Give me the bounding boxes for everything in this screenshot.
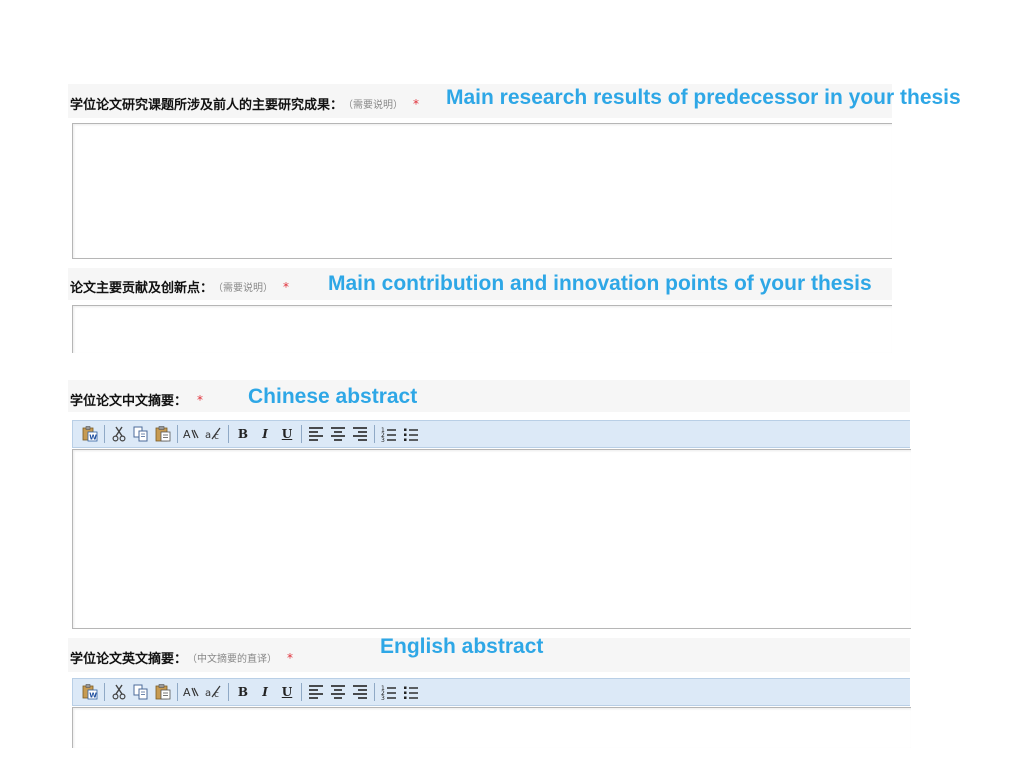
field-hint: （中文摘要的直译） [187, 654, 278, 665]
contribution-innovation-textarea[interactable] [72, 305, 892, 353]
english-abstract-annotation: English abstract [380, 635, 544, 658]
chinese-abstract-editor-toolbar: B I U [72, 420, 910, 448]
toolbar-separator [228, 425, 229, 443]
find-icon[interactable] [183, 425, 201, 443]
toolbar-separator [104, 425, 105, 443]
field-hint: （需要说明） [343, 100, 404, 111]
toolbar-separator [104, 683, 105, 701]
align-right-icon[interactable] [351, 425, 369, 443]
predecessor-results-textarea[interactable] [72, 123, 892, 259]
underline-button[interactable]: U [278, 425, 296, 443]
unordered-list-icon[interactable] [402, 683, 420, 701]
bold-button[interactable]: B [234, 683, 252, 701]
toolbar-separator [228, 683, 229, 701]
chinese-abstract-annotation: Chinese abstract [248, 385, 418, 408]
chinese-abstract-label: 学位论文中文摘要： * [70, 390, 204, 410]
required-asterisk: * [197, 392, 204, 407]
english-abstract-editor[interactable] [72, 707, 911, 748]
replace-icon[interactable] [205, 425, 223, 443]
find-icon[interactable] [183, 683, 201, 701]
bold-button[interactable]: B [234, 425, 252, 443]
field-label-text: 论文主要贡献及创新点： [70, 281, 214, 296]
english-abstract-label: 学位论文英文摘要： （中文摘要的直译） * [70, 648, 294, 668]
align-left-icon[interactable] [307, 683, 325, 701]
paste-word-icon[interactable] [81, 683, 99, 701]
copy-icon[interactable] [132, 683, 150, 701]
underline-button[interactable]: U [278, 683, 296, 701]
toolbar-separator [177, 425, 178, 443]
italic-button[interactable]: I [256, 425, 274, 443]
contribution-innovation-annotation: Main contribution and innovation points … [328, 272, 872, 295]
predecessor-results-annotation: Main research results of predecessor in … [446, 86, 961, 109]
required-asterisk: * [283, 279, 290, 294]
cut-icon[interactable] [110, 425, 128, 443]
contribution-innovation-label: 论文主要贡献及创新点： （需要说明） * [70, 277, 290, 297]
align-center-icon[interactable] [329, 425, 347, 443]
toolbar-separator [374, 683, 375, 701]
toolbar-separator [301, 683, 302, 701]
italic-button[interactable]: I [256, 683, 274, 701]
english-abstract-editor-toolbar: B I U [72, 678, 910, 706]
align-left-icon[interactable] [307, 425, 325, 443]
paste-icon[interactable] [154, 683, 172, 701]
align-center-icon[interactable] [329, 683, 347, 701]
required-asterisk: * [413, 96, 420, 111]
ordered-list-icon[interactable] [380, 683, 398, 701]
toolbar-separator [374, 425, 375, 443]
toolbar-separator [177, 683, 178, 701]
ordered-list-icon[interactable] [380, 425, 398, 443]
field-label-text: 学位论文研究课题所涉及前人的主要研究成果： [70, 98, 344, 113]
unordered-list-icon[interactable] [402, 425, 420, 443]
cut-icon[interactable] [110, 683, 128, 701]
required-asterisk: * [287, 650, 294, 665]
copy-icon[interactable] [132, 425, 150, 443]
replace-icon[interactable] [205, 683, 223, 701]
predecessor-results-label: 学位论文研究课题所涉及前人的主要研究成果： （需要说明） * [70, 94, 420, 114]
field-label-text: 学位论文英文摘要： [70, 652, 188, 667]
field-label-text: 学位论文中文摘要： [70, 394, 188, 409]
align-right-icon[interactable] [351, 683, 369, 701]
chinese-abstract-editor[interactable] [72, 449, 911, 629]
paste-word-icon[interactable] [81, 425, 99, 443]
field-hint: （需要说明） [213, 283, 274, 294]
toolbar-separator [301, 425, 302, 443]
paste-icon[interactable] [154, 425, 172, 443]
